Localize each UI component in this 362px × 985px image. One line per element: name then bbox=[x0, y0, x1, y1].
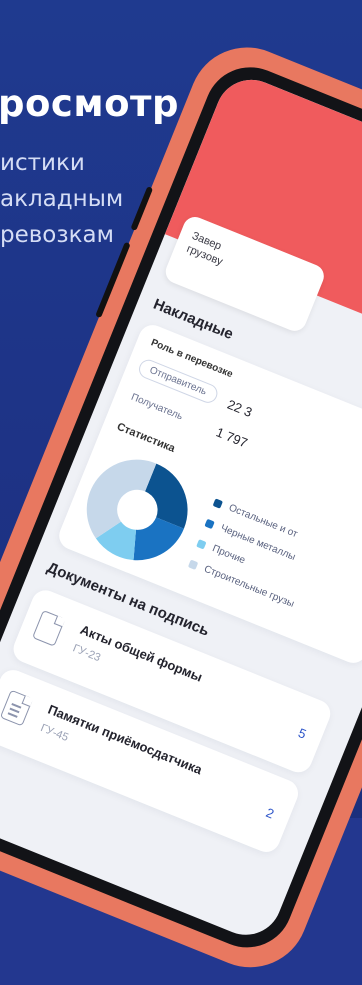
document-lines-icon bbox=[0, 689, 34, 727]
legend-label: Прочие bbox=[210, 543, 247, 567]
receiver-label[interactable]: Получатель bbox=[129, 392, 184, 423]
promo-subtitle-line-2: акладным bbox=[0, 186, 124, 212]
doc-code: ГУ-45 bbox=[38, 722, 70, 744]
promo-subtitle-line-1: истики bbox=[0, 150, 85, 176]
doc-count: 5 bbox=[296, 725, 309, 742]
promo-subtitle-line-3: ревозкам bbox=[0, 222, 114, 248]
legend-swatch bbox=[212, 497, 224, 509]
doc-code: ГУ-23 bbox=[70, 642, 103, 665]
legend-swatch bbox=[196, 538, 207, 550]
receiver-value: 1 797 bbox=[213, 424, 250, 451]
legend-swatch bbox=[204, 518, 215, 529]
sender-value: 22 3 bbox=[225, 396, 255, 421]
document-icon bbox=[32, 609, 66, 647]
doc-count: 2 bbox=[263, 804, 277, 822]
legend-label: Строительные грузы bbox=[202, 563, 296, 610]
promo-headline: росмотр bbox=[0, 82, 179, 125]
hero-card-text: Завер грузову bbox=[185, 229, 230, 269]
legend-swatch bbox=[188, 559, 199, 570]
